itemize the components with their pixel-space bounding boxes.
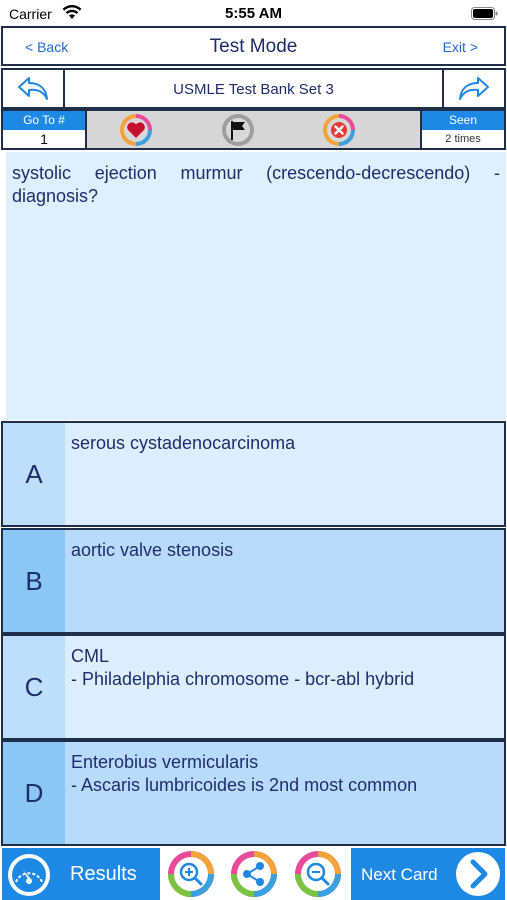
exit-button[interactable]: Exit > xyxy=(443,39,478,55)
undo-arrow-icon xyxy=(18,76,48,100)
option-letter: C xyxy=(3,636,65,738)
answer-option-c[interactable]: C CML - Philadelphia chromosome - bcr-ab… xyxy=(1,634,506,740)
share-icon[interactable] xyxy=(230,850,278,898)
battery-icon xyxy=(471,7,498,20)
option-line: serous cystadenocarcinoma xyxy=(71,433,296,453)
option-letter: D xyxy=(3,742,65,844)
answer-option-a[interactable]: A serous cystadenocarcinoma xyxy=(1,421,506,527)
goto-input[interactable]: 1 xyxy=(3,130,85,148)
answer-option-b[interactable]: B aortic valve stenosis xyxy=(1,528,506,634)
tool-bar: Go To # 1 Seen 2 times xyxy=(1,109,506,150)
goto-control[interactable]: Go To # 1 xyxy=(3,111,87,148)
chevron-right-icon xyxy=(456,852,500,896)
redo-arrow-icon xyxy=(459,76,489,100)
gauge-icon xyxy=(8,854,50,896)
question-area: systolic ejection murmur (crescendo-decr… xyxy=(6,152,506,420)
question-text: systolic ejection murmur (crescendo-decr… xyxy=(12,163,500,206)
status-bar: Carrier 5:55 AM xyxy=(0,0,507,26)
zoom-in-icon[interactable] xyxy=(167,850,215,898)
option-letter: B xyxy=(3,530,65,632)
seen-value: 2 times xyxy=(445,133,481,145)
results-button[interactable]: Results xyxy=(2,848,160,900)
option-line: - Philadelphia chromosome - bcr-abl hybr… xyxy=(71,669,415,689)
results-label: Results xyxy=(70,863,137,885)
option-text: serous cystadenocarcinoma xyxy=(71,432,496,455)
answer-option-d[interactable]: D Enterobius vermicularis - Ascaris lumb… xyxy=(1,740,506,846)
option-text: CML - Philadelphia chromosome - bcr-abl … xyxy=(71,645,496,691)
next-card-button[interactable]: Next Card xyxy=(351,848,505,900)
heart-icon[interactable] xyxy=(119,113,153,147)
set-bar: USMLE Test Bank Set 3 xyxy=(1,68,506,109)
option-text: aortic valve stenosis xyxy=(71,539,496,562)
seen-counter: Seen 2 times xyxy=(420,111,504,148)
set-title: USMLE Test Bank Set 3 xyxy=(173,81,334,98)
goto-label: Go To # xyxy=(3,111,85,130)
option-line: - Ascaris lumbricoides is 2nd most commo… xyxy=(71,775,418,795)
seen-label: Seen xyxy=(422,111,504,130)
option-line: CML xyxy=(71,646,110,666)
option-letter: A xyxy=(3,423,65,525)
next-card-label: Next Card xyxy=(361,865,438,884)
page-title: Test Mode xyxy=(209,36,298,57)
flag-icon[interactable] xyxy=(221,113,255,147)
bottom-bar: Results Next Card xyxy=(0,846,507,900)
next-arrow-button[interactable] xyxy=(442,70,504,107)
option-line: aortic valve stenosis xyxy=(71,540,234,560)
nav-bar: < Back Test Mode Exit > xyxy=(1,26,506,66)
zoom-out-icon[interactable] xyxy=(294,850,342,898)
remove-icon[interactable] xyxy=(322,113,356,147)
option-text: Enterobius vermicularis - Ascaris lumbri… xyxy=(71,751,496,797)
status-time: 5:55 AM xyxy=(225,5,282,22)
previous-card-button[interactable] xyxy=(3,70,65,107)
option-line: Enterobius vermicularis xyxy=(71,752,259,772)
